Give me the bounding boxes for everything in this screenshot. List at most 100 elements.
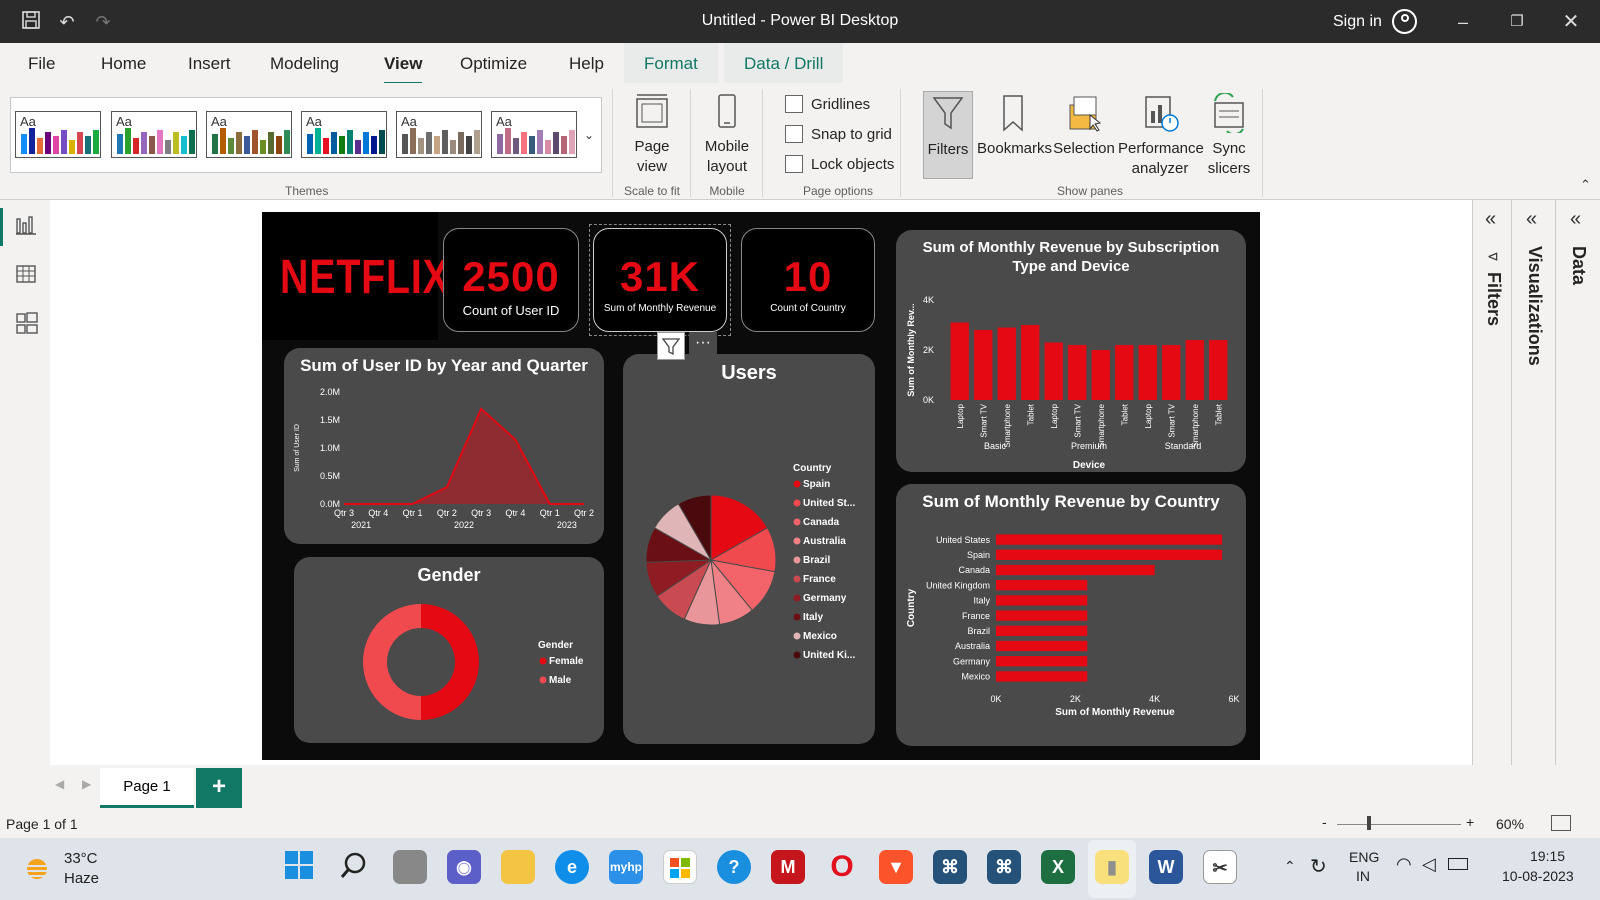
windows-start-icon[interactable] xyxy=(282,850,316,884)
task-view-icon[interactable] xyxy=(393,850,427,884)
visual-more-options-icon[interactable]: ··· xyxy=(689,332,717,360)
menu-file[interactable]: File xyxy=(28,54,55,74)
theme-swatch-5[interactable]: Aa xyxy=(396,111,482,158)
sync-slicers-button[interactable]: Sync slicers xyxy=(1204,91,1254,179)
subscription-device-chart-card[interactable]: Sum of Monthly Revenue by Subscription T… xyxy=(896,230,1246,472)
fit-to-page-icon[interactable] xyxy=(1551,815,1571,831)
search-icon[interactable] xyxy=(337,850,371,884)
microsoft-store-icon[interactable] xyxy=(663,850,697,884)
donut-legend-item: Male xyxy=(549,675,572,686)
help-app-icon[interactable]: ? xyxy=(717,850,751,884)
mobile-layout-button[interactable]: Mobile layout xyxy=(698,93,756,177)
word-icon[interactable]: W xyxy=(1149,850,1183,884)
visualizations-pane-collapsed[interactable]: « Visualizations xyxy=(1512,200,1556,765)
bar-y-tick: 2K xyxy=(923,345,934,355)
performance-analyzer-button[interactable]: Performance analyzer xyxy=(1118,93,1204,179)
page-view-button[interactable]: Page view xyxy=(622,93,682,177)
excel-icon[interactable]: X xyxy=(1041,850,1075,884)
filters-pane-button[interactable]: Filters xyxy=(923,91,973,179)
theme-swatch-1[interactable]: Aa xyxy=(15,111,101,158)
model-view-icon[interactable] xyxy=(15,311,39,340)
report-view-icon[interactable] xyxy=(15,215,37,242)
zoom-slider[interactable] xyxy=(1337,824,1461,825)
sync-status-icon[interactable]: ↻ xyxy=(1310,854,1327,879)
myhp-icon[interactable]: myhp xyxy=(609,850,643,884)
table-view-icon[interactable] xyxy=(15,263,37,290)
lock-objects-checkbox[interactable]: Lock objects xyxy=(785,155,894,173)
report-page[interactable]: NETFLIX 2500 Count of User ID 31K Sum of… xyxy=(262,212,1260,760)
wifi-icon[interactable]: ◠ xyxy=(1396,854,1412,875)
menu-data-drill[interactable]: Data / Drill xyxy=(724,43,844,83)
sql-server-icon-1[interactable]: ⌘ xyxy=(933,850,967,884)
prev-page-icon[interactable]: ◀ xyxy=(55,777,64,791)
zoom-slider-handle[interactable] xyxy=(1367,816,1371,830)
filters-pane-collapsed[interactable]: « ⊲ Filters xyxy=(1472,200,1512,765)
input-language[interactable]: ENG xyxy=(1349,849,1379,865)
user-avatar-icon[interactable] xyxy=(1392,9,1417,34)
brave-browser-icon[interactable]: ▼ xyxy=(879,850,913,884)
sql-server-icon-2[interactable]: ⌘ xyxy=(987,850,1021,884)
sign-in-link[interactable]: Sign in xyxy=(1333,13,1382,31)
page-tab-page-1[interactable]: Page 1 xyxy=(100,768,194,808)
snap-to-grid-checkbox[interactable]: Snap to grid xyxy=(785,125,892,143)
bookmarks-pane-button[interactable]: Bookmarks xyxy=(977,93,1052,159)
pie-legend-item: Brazil xyxy=(803,555,830,566)
bar-2 xyxy=(997,327,1016,400)
next-page-icon[interactable]: ▶ xyxy=(82,777,91,791)
menu-modeling[interactable]: Modeling xyxy=(270,54,339,74)
file-explorer-icon[interactable] xyxy=(501,850,535,884)
volume-icon[interactable]: ◁ xyxy=(1422,854,1436,875)
menu-home[interactable]: Home xyxy=(101,54,146,74)
zoom-out-button[interactable]: - xyxy=(1322,814,1327,830)
themes-expand-icon[interactable]: ⌄ xyxy=(584,128,594,142)
bar-8 xyxy=(1138,345,1157,400)
users-pie-card[interactable]: Users Country Spain United St... Canada Aust… xyxy=(623,354,875,744)
gender-donut-card[interactable]: Gender Gender Female Male xyxy=(294,557,604,743)
bar-x-tick: Smart TV xyxy=(979,403,988,437)
menu-optimize[interactable]: Optimize xyxy=(460,54,527,74)
donut-slice-0 xyxy=(421,604,479,720)
country-revenue-chart-card[interactable]: Sum of Monthly Revenue by Country United… xyxy=(896,484,1246,746)
theme-swatch-2[interactable]: Aa xyxy=(111,111,197,158)
zoom-level[interactable]: 60% xyxy=(1496,816,1524,832)
clock-date[interactable]: 10-08-2023 xyxy=(1502,868,1574,884)
selection-pane-button[interactable]: Selection xyxy=(1052,93,1116,159)
teams-chat-icon[interactable]: ◉ xyxy=(447,850,481,884)
edge-browser-icon[interactable]: e xyxy=(555,850,589,884)
menu-insert[interactable]: Insert xyxy=(188,54,231,74)
snipping-tool-icon[interactable]: ✂ xyxy=(1203,850,1237,884)
zoom-in-button[interactable]: + xyxy=(1466,814,1474,830)
theme-swatch-6[interactable]: Aa xyxy=(491,111,577,158)
kpi-card-country-count[interactable]: 10 Count of Country xyxy=(741,228,875,332)
menu-format[interactable]: Format xyxy=(624,43,718,83)
menu-view[interactable]: View xyxy=(384,54,423,85)
clock-time[interactable]: 19:15 xyxy=(1530,848,1565,864)
area-x-tick: Qtr 3 xyxy=(334,508,354,518)
data-pane-collapsed[interactable]: « Data xyxy=(1556,200,1600,765)
hbar-8 xyxy=(996,656,1088,667)
gridlines-checkbox[interactable]: Gridlines xyxy=(785,95,870,113)
menu-help[interactable]: Help xyxy=(569,54,604,74)
hbar-y-tick: Mexico xyxy=(961,672,990,682)
add-page-button[interactable]: + xyxy=(196,768,242,808)
weather-sun-icon[interactable] xyxy=(22,854,52,884)
hbar-y-tick: Spain xyxy=(967,550,990,560)
visual-filter-icon[interactable] xyxy=(657,332,685,360)
area-chart-card[interactable]: Sum of User ID by Year and Quarter 0.0M 0… xyxy=(284,348,604,544)
battery-icon[interactable] xyxy=(1448,858,1468,870)
theme-swatch-3[interactable]: Aa xyxy=(206,111,292,158)
input-region[interactable]: IN xyxy=(1356,868,1370,884)
show-hidden-icons-icon[interactable]: ⌃ xyxy=(1284,858,1296,875)
close-icon[interactable]: ✕ xyxy=(1558,9,1584,35)
collapse-ribbon-icon[interactable]: ⌃ xyxy=(1580,177,1591,193)
kpi-card-user-count[interactable]: 2500 Count of User ID xyxy=(443,228,579,332)
restore-icon[interactable]: ❐ xyxy=(1504,9,1530,35)
hbar-y-tick: Germany xyxy=(953,656,991,666)
opera-browser-icon[interactable]: O xyxy=(825,850,859,884)
pie-legend-marker-9 xyxy=(793,651,801,659)
minimize-icon[interactable]: – xyxy=(1450,9,1476,35)
mcafee-icon[interactable]: M xyxy=(771,850,805,884)
pie-legend-marker-8 xyxy=(793,632,801,640)
theme-swatch-4[interactable]: Aa xyxy=(301,111,387,158)
pie-legend-item: Spain xyxy=(803,479,830,490)
